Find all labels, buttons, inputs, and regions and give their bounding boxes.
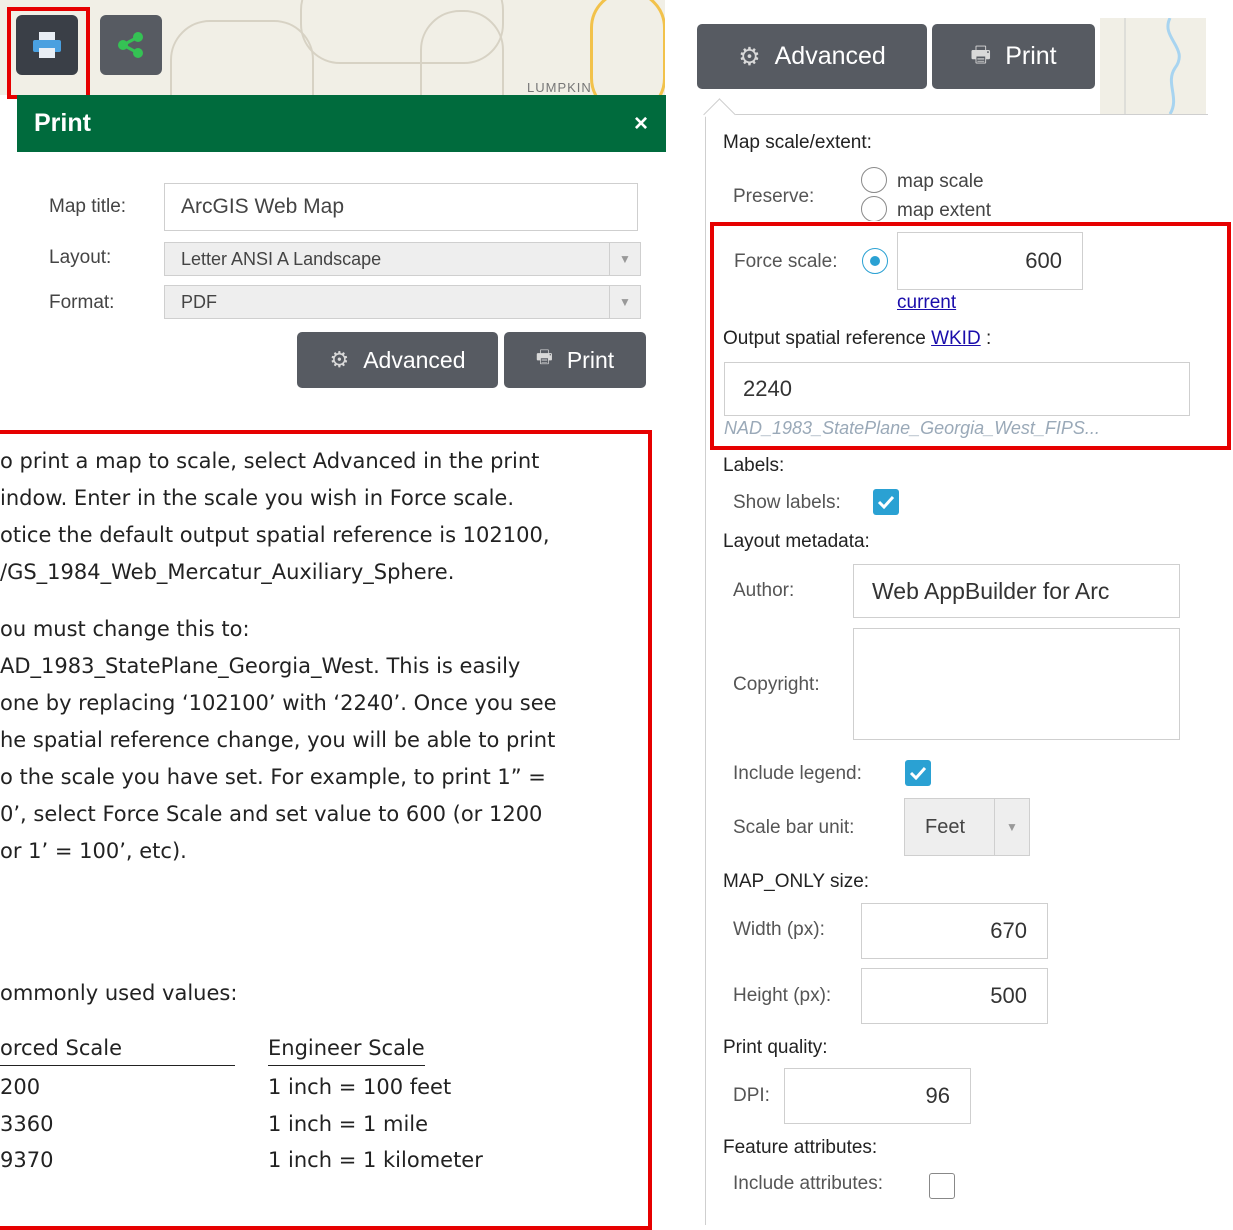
print-tool-highlight: [7, 7, 90, 99]
instruction-note: o print a map to scale, select Advanced …: [0, 443, 640, 870]
copyright-label: Copyright:: [733, 674, 820, 695]
labels-heading: Labels:: [723, 455, 785, 476]
layout-metadata-heading: Layout metadata:: [723, 531, 870, 552]
format-label: Format:: [49, 292, 115, 313]
note-line: /GS_1984_Web_Mercatur_Auxiliary_Sphere.: [0, 560, 455, 584]
include-legend-checkbox[interactable]: [905, 760, 931, 786]
format-select[interactable]: PDF ▼: [164, 285, 641, 319]
wkid-name-hint: NAD_1983_StatePlane_Georgia_West_FIPS...: [724, 418, 1100, 438]
radio-dot: [870, 256, 880, 266]
map-title-input[interactable]: ArcGIS Web Map: [164, 183, 638, 231]
map-extent-radio-clip: map extent: [860, 194, 1060, 221]
current-link[interactable]: current: [897, 292, 956, 314]
feature-attributes-heading: Feature attributes:: [723, 1137, 878, 1158]
close-icon[interactable]: ×: [634, 110, 648, 138]
print-panel-title: Print: [34, 109, 91, 137]
note-line: one by replacing ‘102100’ with ‘2240’. O…: [0, 691, 557, 715]
wkid-input[interactable]: 2240: [724, 362, 1190, 416]
forced-scale-header: orced Scale: [0, 1031, 235, 1066]
height-input[interactable]: 500: [861, 968, 1048, 1024]
force-scale-label: Force scale:: [734, 251, 838, 272]
note-line: AD_1983_StatePlane_Georgia_West. This is…: [0, 654, 521, 678]
print-button-right[interactable]: 🖶 Print: [932, 24, 1095, 89]
include-legend-label: Include legend:: [733, 763, 862, 784]
map-scale-radio[interactable]: [861, 167, 887, 193]
preserve-label: Preserve:: [733, 186, 815, 207]
include-attributes-label: Include attributes:: [733, 1173, 883, 1194]
height-label: Height (px):: [733, 985, 832, 1006]
note-line: [0, 591, 640, 611]
map-place-label: LUMPKIN: [527, 80, 592, 95]
note-line: ou must change this to:: [0, 617, 250, 641]
scale-row: 9370 1 inch = 1 kilometer: [0, 1148, 483, 1172]
note-line: or 1’ = 100’, etc).: [0, 839, 187, 863]
advanced-button[interactable]: ⚙ Advanced: [297, 332, 498, 388]
author-input[interactable]: Web AppBuilder for Arc: [853, 564, 1180, 618]
advanced-button-open[interactable]: ⚙ Advanced: [697, 24, 927, 89]
scale-row: 3360 1 inch = 1 mile: [0, 1112, 429, 1136]
scale-bar-unit-select[interactable]: Feet ▼: [904, 798, 1030, 856]
print-button[interactable]: 🖶 Print: [504, 332, 646, 388]
scale-row: 200 1 inch = 100 feet: [0, 1075, 452, 1099]
output-spatial-reference-label: Output spatial reference WKID :: [723, 328, 992, 349]
author-label: Author:: [733, 580, 795, 601]
dpi-input[interactable]: 96: [784, 1068, 971, 1124]
share-tool-button[interactable]: [100, 15, 162, 75]
note-line: indow. Enter in the scale you wish in Fo…: [0, 486, 514, 510]
print-quality-heading: Print quality:: [723, 1037, 828, 1058]
print-panel-header: Print ×: [17, 95, 666, 152]
note-line: o the scale you have set. For example, t…: [0, 765, 546, 789]
gear-icon: ⚙: [738, 42, 761, 71]
map-background-right[interactable]: [1100, 18, 1206, 114]
layout-select[interactable]: Letter ANSI A Landscape ▼: [164, 242, 641, 276]
include-attributes-checkbox[interactable]: [929, 1173, 955, 1199]
chevron-down-icon: ▼: [994, 799, 1029, 855]
note-line: o print a map to scale, select Advanced …: [0, 449, 540, 473]
chevron-down-icon: ▼: [609, 243, 640, 275]
note-line: 0’, select Force Scale and set value to …: [0, 802, 543, 826]
width-label: Width (px):: [733, 919, 825, 940]
layout-label: Layout:: [49, 247, 112, 268]
map-title-label: Map title:: [49, 196, 127, 217]
note-line: he spatial reference change, you will be…: [0, 728, 556, 752]
dpi-label: DPI:: [733, 1085, 770, 1106]
river-icon: [1124, 18, 1181, 114]
map-only-size-heading: MAP_ONLY size:: [723, 871, 870, 892]
commonly-used-heading: ommonly used values:: [0, 981, 238, 1005]
note-line: otice the default output spatial referen…: [0, 523, 550, 547]
checkmark-icon: [877, 495, 895, 509]
gear-icon: ⚙: [329, 347, 350, 372]
printer-icon: 🖶: [535, 347, 553, 367]
show-labels-label: Show labels:: [733, 492, 841, 513]
show-labels-checkbox[interactable]: [873, 489, 899, 515]
map-extent-radio[interactable]: [861, 196, 887, 221]
wkid-link[interactable]: WKID: [931, 328, 981, 349]
map-scale-option-label: map scale: [897, 171, 984, 192]
force-scale-radio[interactable]: [862, 248, 888, 274]
force-scale-input[interactable]: 600: [897, 232, 1083, 290]
map-scale-extent-heading: Map scale/extent:: [723, 132, 872, 153]
width-input[interactable]: 670: [861, 903, 1048, 959]
map-extent-option-label: map extent: [897, 200, 991, 221]
printer-icon: 🖶: [970, 41, 992, 67]
copyright-textarea[interactable]: [853, 628, 1180, 740]
chevron-down-icon: ▼: [609, 286, 640, 318]
engineer-scale-header: Engineer Scale: [268, 1031, 425, 1066]
share-icon: [118, 32, 143, 58]
checkmark-icon: [909, 766, 927, 780]
scale-bar-unit-label: Scale bar unit:: [733, 817, 855, 838]
